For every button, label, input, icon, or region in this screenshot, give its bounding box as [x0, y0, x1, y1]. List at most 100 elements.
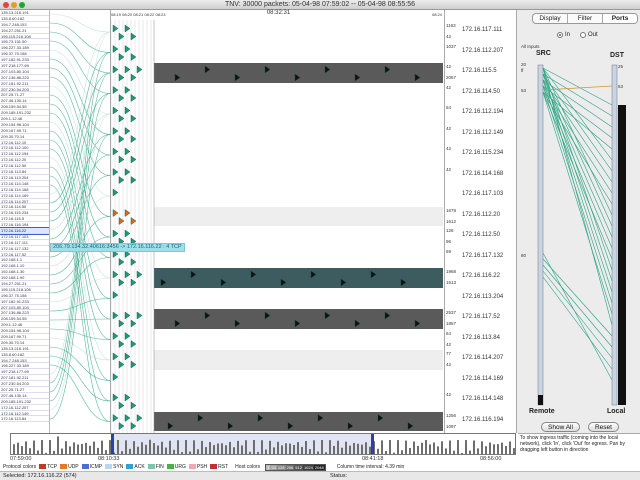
packet-glyph: [310, 270, 317, 279]
host-color-step: 512: [294, 464, 303, 470]
panel-buttons: Show All Reset: [541, 422, 619, 432]
show-all-button[interactable]: Show All: [541, 422, 580, 432]
timeline-bar: [229, 441, 231, 454]
timeline-bar: [397, 440, 399, 454]
close-window-button[interactable]: [3, 2, 9, 8]
host-link-curve: [50, 13, 110, 33]
protocol-legend-item: RST: [210, 464, 228, 470]
timeline-bar: [501, 442, 503, 454]
timeline-bar: [41, 440, 43, 454]
packet-glyph: [324, 65, 331, 74]
packet-glyph: [124, 65, 131, 74]
control-panel: Display Filter Ports In Out All Inputs SRC…: [516, 10, 640, 433]
packet-count-out: 42: [446, 392, 452, 397]
local-host-ip: 172.16.112.149: [462, 129, 504, 136]
host-link-curve: [50, 85, 110, 197]
packet-count-pair: [446, 290, 460, 296]
packet-glyph: [124, 270, 131, 279]
timeline-bar: [145, 444, 147, 454]
packet-count-pair: 126 96: [446, 228, 460, 244]
zoom-window-button[interactable]: [19, 2, 25, 8]
packet-glyph: [340, 278, 347, 287]
timeline-bar: [65, 441, 67, 454]
packet-glyph: [124, 127, 131, 135]
timeline-bar: [409, 447, 411, 454]
packet-glyph: [174, 319, 181, 328]
timeline-histogram[interactable]: [10, 433, 516, 455]
timeline-bar: [361, 444, 363, 454]
timeline-bar: [85, 442, 87, 454]
status-text: Status:: [330, 473, 348, 479]
timeline-bar: [417, 445, 419, 454]
timeline-bar: [341, 447, 343, 454]
packet-count-out: 126: [446, 228, 454, 233]
packet-count-pair: [446, 372, 460, 378]
column-interval-label: Column time interval: 4.39 min: [336, 464, 405, 470]
packet-glyph: [377, 414, 384, 422]
packet-glyph: [124, 106, 131, 115]
host-color-step: 256: [285, 464, 295, 470]
packet-glyph: [112, 291, 119, 299]
local-axis-label: Local: [607, 408, 626, 415]
packet-glyph: [174, 73, 181, 82]
timeline-bar: [485, 446, 487, 454]
timeline-bar: [441, 441, 443, 454]
timeline-bar: [81, 443, 83, 454]
local-host-ip: 172.16.116.194: [462, 416, 504, 423]
protocol-swatch: [39, 464, 47, 470]
packet-count-out: 42: [446, 84, 452, 90]
packet-glyph: [234, 319, 241, 328]
timeline-bar: [289, 443, 291, 454]
packet-count-in: 1857: [446, 321, 457, 326]
packet-glyph: [227, 422, 234, 430]
host-color-step: 128: [276, 464, 286, 470]
reset-button[interactable]: Reset: [587, 422, 619, 432]
host-link-curve: [50, 328, 110, 340]
minimize-window-button[interactable]: [11, 2, 17, 8]
packet-count-out: 1037: [446, 43, 457, 49]
protocol-name: RST: [218, 464, 229, 470]
local-host-ip: 172.16.112.20: [462, 211, 500, 218]
timeline-bar: [477, 448, 479, 454]
packet-glyph: [370, 270, 377, 279]
timeline-bar: [137, 446, 139, 454]
host-list-item[interactable]: 172.16.113.84: [0, 416, 49, 423]
protocol-name: PSH: [196, 464, 208, 470]
timeline-bar: [493, 444, 495, 454]
timeline-tick: 08:56:00: [480, 456, 502, 462]
timeline-bar: [445, 448, 447, 454]
packet-glyph: [257, 414, 264, 422]
timeline-left-handle: [111, 434, 114, 454]
local-host-ip: 172.16.117.132: [462, 252, 504, 259]
timeline-bar: [161, 441, 163, 454]
packet-glyph: [197, 414, 204, 422]
status-bar: Selected: 172.16.116.22 (574) Status:: [0, 471, 640, 480]
port-parallel-plot[interactable]: [517, 10, 640, 433]
traffic-matrix[interactable]: 08:32:31 08:19 08:20 08:21 08:22 08:23 0…: [110, 10, 445, 433]
timeline-bar: [209, 442, 211, 454]
remote-host-list[interactable]: 135.13.216.191 135.8.60.182 194.7.248.153 1…: [0, 10, 50, 433]
packet-count-pair: 42: [446, 167, 460, 178]
packet-count-pair: 42: [446, 146, 460, 157]
local-host-ip: 172.16.112.194: [462, 109, 504, 115]
packet-glyph: [112, 45, 119, 53]
protocol-name: ACK: [134, 464, 145, 470]
local-host-ip: 172.16.112.207: [462, 47, 504, 54]
timeline-bar: [49, 440, 51, 454]
timeline-bar: [285, 443, 287, 454]
timeline-bar: [297, 442, 299, 454]
packet-count-out: 2537: [446, 310, 457, 315]
timeline-bar: [241, 445, 243, 454]
timeline-bar: [77, 444, 79, 454]
protocol-legend-item: SYN: [105, 464, 123, 470]
timeline-bar: [21, 446, 23, 454]
timeline-bar: [141, 442, 143, 454]
packet-glyph: [204, 65, 211, 74]
protocol-name: FIN: [155, 464, 164, 470]
timeline-bar: [329, 440, 331, 454]
packet-count-in: 96: [446, 239, 452, 244]
timeline-bar: [301, 446, 303, 454]
packet-glyph: [124, 352, 131, 361]
timeline-bar: [429, 444, 431, 454]
timeline-bar: [201, 440, 203, 454]
